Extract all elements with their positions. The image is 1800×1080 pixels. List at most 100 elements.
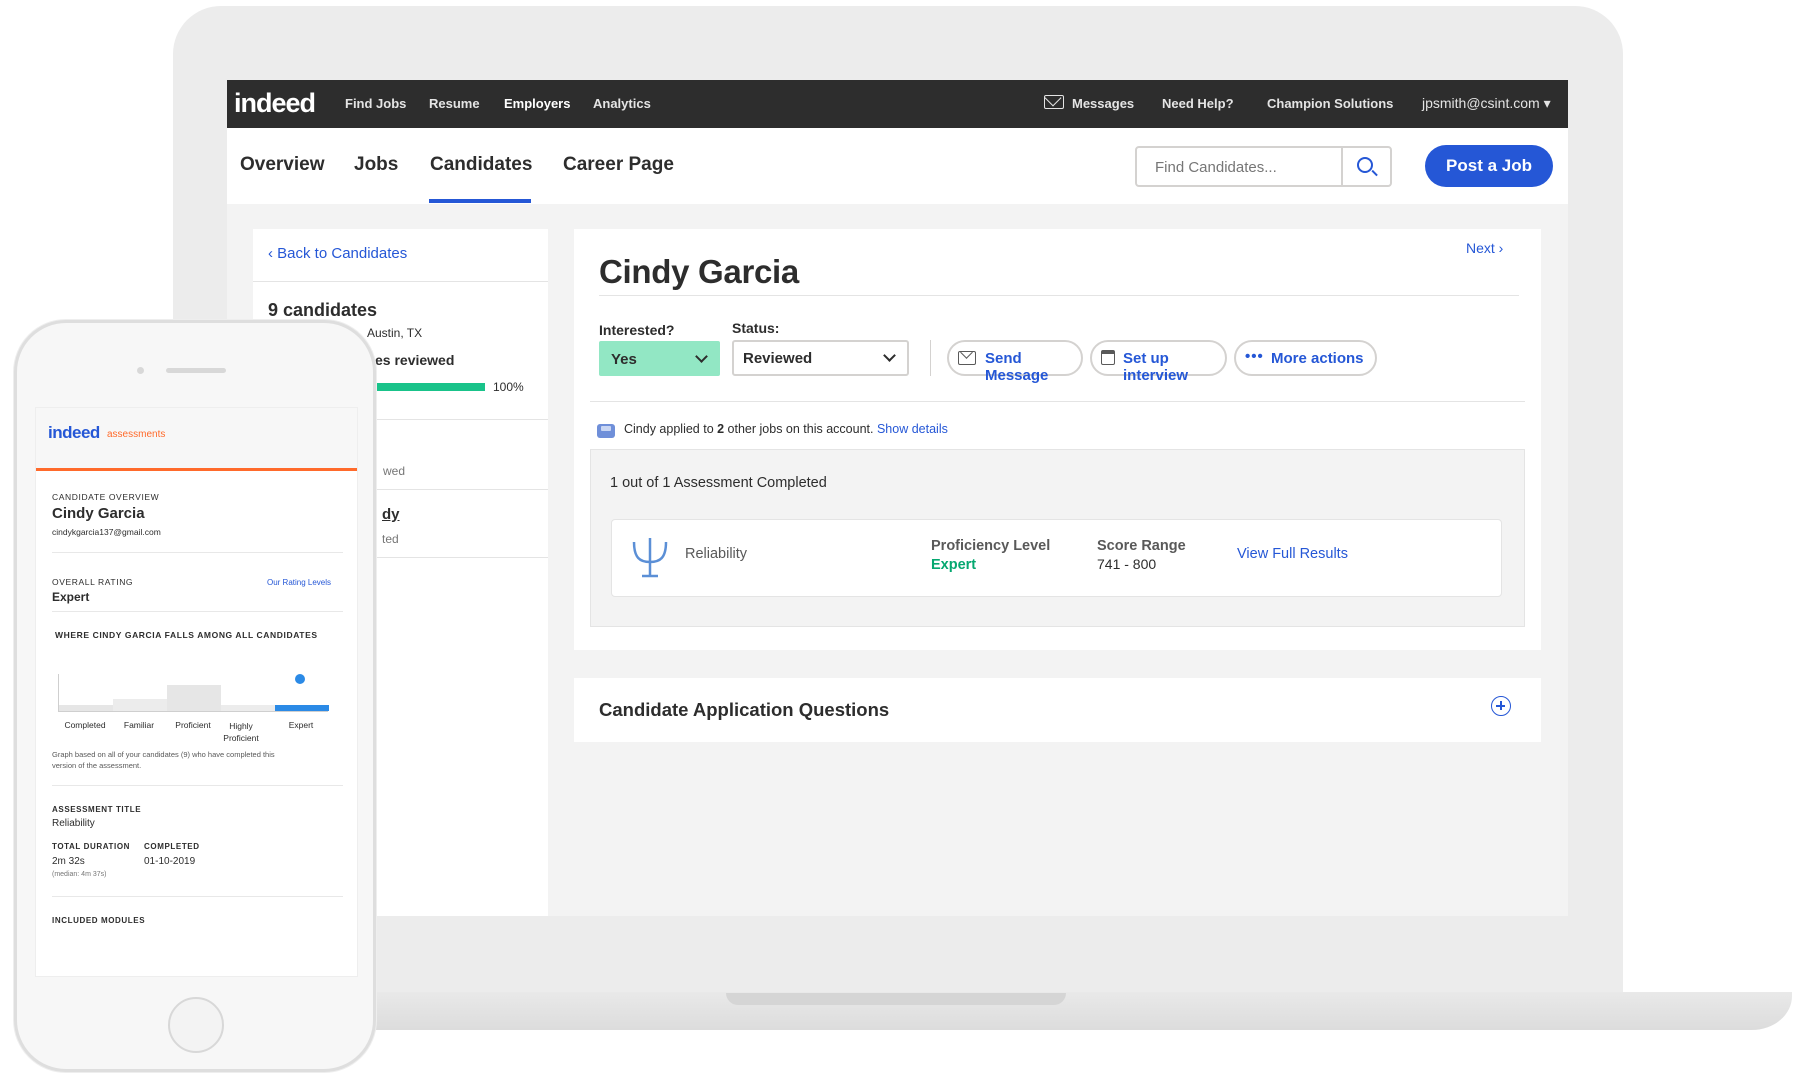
chevron-left-icon: ‹ xyxy=(268,245,278,262)
level-label: Completed xyxy=(64,720,106,730)
graph-note: Graph based on all of your candidates (9… xyxy=(52,750,275,770)
bar-completed xyxy=(59,705,113,711)
envelope-icon[interactable] xyxy=(1044,95,1064,109)
set-up-interview-button[interactable]: Set up interview xyxy=(1090,340,1227,384)
search-icon xyxy=(1357,157,1373,173)
duration-median: (median: 4m 37s) xyxy=(52,871,107,878)
indeed-logo: indeed xyxy=(48,423,100,442)
duration-label: TOTAL DURATION xyxy=(52,842,131,851)
send-message-button[interactable]: Send Message xyxy=(947,340,1083,384)
chevron-down-icon xyxy=(883,349,896,362)
active-tab-indicator xyxy=(429,199,531,203)
divider xyxy=(590,401,1525,402)
overview-label: CANDIDATE OVERVIEW xyxy=(52,492,160,502)
level-label: Expert xyxy=(288,720,314,730)
laptop-notch xyxy=(726,993,1066,1005)
candidate-name: Cindy Garcia xyxy=(599,253,799,290)
post-job-button[interactable]: Post a Job xyxy=(1425,145,1553,187)
score-range-value: 741 - 800 xyxy=(1097,556,1157,572)
overall-rating-label: OVERALL RATING xyxy=(52,577,134,587)
proficiency-value: Expert xyxy=(931,557,977,573)
indeed-logo[interactable]: indeed xyxy=(234,88,316,119)
divider xyxy=(599,295,1519,296)
view-full-results-link[interactable]: View Full Results xyxy=(1237,546,1348,562)
status-label: Status: xyxy=(732,320,780,336)
show-details-link[interactable]: Show details xyxy=(877,422,948,436)
nav-analytics[interactable]: Analytics xyxy=(593,96,651,111)
applied-notice: Cindy applied to 2 other jobs on this ac… xyxy=(624,422,948,436)
laptop-screen: indeed Find Jobs Resume Employers Analyt… xyxy=(227,80,1568,916)
falls-among-label: WHERE CINDY GARCIA FALLS AMONG ALL CANDI… xyxy=(55,630,318,640)
application-questions-card[interactable]: Candidate Application Questions xyxy=(574,678,1541,742)
nav-need-help[interactable]: Need Help? xyxy=(1162,96,1234,111)
included-modules-label: INCLUDED MODULES xyxy=(52,916,146,925)
find-candidates-input[interactable]: Find Candidates... xyxy=(1135,146,1343,187)
candidate-detail-card: Next › Cindy Garcia Interested? Status: … xyxy=(574,229,1541,650)
more-dots-icon: ••• xyxy=(1245,348,1264,365)
user-menu[interactable]: jpsmith@csint.com ▾ xyxy=(1422,95,1551,112)
tab-overview[interactable]: Overview xyxy=(240,154,325,176)
divider xyxy=(52,785,343,786)
assessment-row: Reliability Proficiency Level Expert Sco… xyxy=(611,519,1502,597)
back-to-candidates-link[interactable]: ‹ Back to Candidates xyxy=(268,245,407,262)
nav-resume[interactable]: Resume xyxy=(429,96,480,111)
top-nav: indeed Find Jobs Resume Employers Analyt… xyxy=(227,80,1568,128)
sub-nav: Overview Jobs Candidates Career Page Fin… xyxy=(227,128,1568,204)
assessment-title-value: Reliability xyxy=(52,818,95,829)
candidate-item-name[interactable]: dy xyxy=(382,506,400,523)
phone-screen: indeed assessments CANDIDATE OVERVIEW Ci… xyxy=(35,407,358,977)
assessment-completed-count: 1 out of 1 Assessment Completed xyxy=(610,475,827,491)
candidate-item-status: wed xyxy=(383,464,406,478)
nav-employers[interactable]: Employers xyxy=(504,96,570,111)
candidate-email: cindykgarcia137@gmail.com xyxy=(52,527,161,537)
expand-plus-icon[interactable] xyxy=(1491,696,1511,716)
assessment-title-label: ASSESSMENT TITLE xyxy=(52,805,142,814)
interested-label: Interested? xyxy=(599,322,675,338)
envelope-icon xyxy=(958,351,976,365)
review-progress-track xyxy=(375,383,485,391)
ranking-graph xyxy=(58,674,329,712)
completed-date: 01-10-2019 xyxy=(144,856,196,867)
tab-career-page[interactable]: Career Page xyxy=(563,154,674,176)
completed-label: COMPLETED xyxy=(144,842,200,851)
duration-value: 2m 32s xyxy=(52,856,85,867)
phone-candidate-name: Cindy Garcia xyxy=(52,505,145,522)
phone-home-button xyxy=(168,997,224,1053)
score-range-label: Score Range xyxy=(1097,538,1186,554)
psi-icon xyxy=(632,538,668,578)
status-select[interactable]: Reviewed xyxy=(732,340,909,376)
nav-messages[interactable]: Messages xyxy=(1072,96,1134,111)
inbox-icon xyxy=(597,424,615,438)
bar-expert xyxy=(275,705,329,711)
overall-rating-value: Expert xyxy=(52,590,90,604)
questions-title: Candidate Application Questions xyxy=(599,699,890,720)
candidate-count: 9 candidates xyxy=(268,300,378,320)
candidate-marker-icon xyxy=(295,674,305,684)
divider xyxy=(52,611,343,612)
chevron-right-icon: › xyxy=(1494,240,1504,256)
orange-accent-bar xyxy=(36,468,357,471)
review-progress-fill xyxy=(375,383,485,391)
interested-select[interactable]: Yes xyxy=(599,341,720,376)
nav-find-jobs[interactable]: Find Jobs xyxy=(345,96,406,111)
bar-proficient xyxy=(167,685,221,711)
divider xyxy=(253,281,548,282)
next-candidate-link[interactable]: Next › xyxy=(1466,240,1503,256)
tab-candidates[interactable]: Candidates xyxy=(430,154,532,176)
nav-company[interactable]: Champion Solutions xyxy=(1267,96,1393,111)
assessments-logo-text: assessments xyxy=(107,429,166,440)
job-location: Austin, TX xyxy=(367,326,423,340)
more-actions-button[interactable]: ••• More actions xyxy=(1234,340,1377,376)
level-label: Proficient xyxy=(175,720,211,730)
phone-frame: indeed assessments CANDIDATE OVERVIEW Ci… xyxy=(14,320,376,1072)
level-label: Familiar xyxy=(123,720,155,730)
bar-highly-proficient xyxy=(221,705,275,711)
search-button[interactable] xyxy=(1341,146,1392,187)
phone-speaker xyxy=(166,368,226,373)
divider xyxy=(52,896,343,897)
proficiency-label: Proficiency Level xyxy=(931,538,1051,554)
calendar-icon xyxy=(1101,350,1115,365)
rating-levels-link[interactable]: Our Rating Levels xyxy=(267,578,331,587)
tab-jobs[interactable]: Jobs xyxy=(354,154,398,176)
candidate-item-status: ted xyxy=(382,532,399,546)
